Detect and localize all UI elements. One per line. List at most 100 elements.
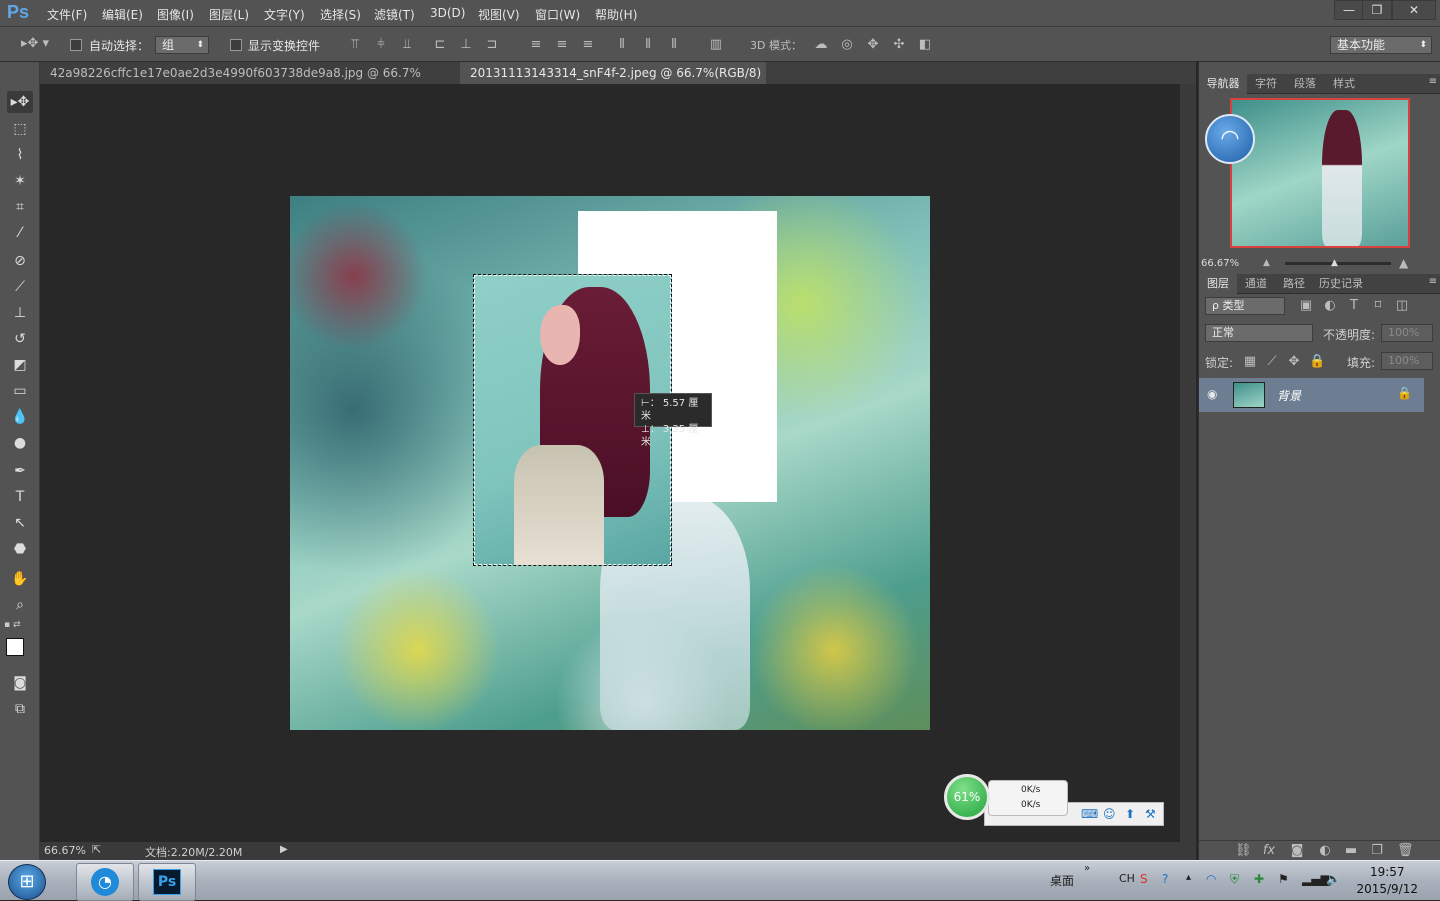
security-icon[interactable]: ✚ xyxy=(1254,872,1264,886)
filter-type-icon[interactable]: T xyxy=(1347,298,1361,313)
taskbar-photoshop[interactable]: Ps xyxy=(138,863,196,901)
tab-paragraph[interactable]: 段落 xyxy=(1285,74,1325,94)
new-group-icon[interactable]: ▬ xyxy=(1343,843,1359,858)
distribute-top-icon[interactable]: ≡ xyxy=(528,37,544,52)
ime-indicator[interactable]: CH xyxy=(1119,872,1135,885)
blend-mode-dropdown[interactable]: 正常 xyxy=(1205,324,1313,342)
eraser-tool-icon[interactable]: ◩ xyxy=(7,354,33,376)
document-canvas[interactable] xyxy=(290,196,930,730)
layer-filter-kind[interactable]: ρ 类型 xyxy=(1205,297,1285,315)
distribute-right-icon[interactable]: ⦀ xyxy=(666,37,682,52)
filter-shape-icon[interactable]: ⌑ xyxy=(1371,298,1385,313)
keyboard-icon[interactable]: ⌨ xyxy=(1081,807,1098,821)
screen-mode-icon[interactable]: ⧉ xyxy=(7,698,33,720)
minimize-button[interactable]: — xyxy=(1334,0,1364,20)
menu-help[interactable]: 帮助(H) xyxy=(595,6,637,23)
tab-navigator[interactable]: 导航器 xyxy=(1199,74,1247,94)
pan-3d-icon[interactable]: ✥ xyxy=(864,37,882,52)
vertical-scrollbar[interactable] xyxy=(1180,84,1196,842)
add-mask-icon[interactable]: ◙ xyxy=(1289,843,1305,858)
brush-tool-icon[interactable]: ⟋ xyxy=(7,276,33,298)
panel-menu-icon[interactable]: ≡ xyxy=(1429,76,1437,87)
tab-channels[interactable]: 通道 xyxy=(1237,274,1275,294)
history-brush-tool-icon[interactable]: ↺ xyxy=(7,328,33,350)
start-button[interactable]: ⊞ xyxy=(8,864,46,900)
menu-image[interactable]: 图像(I) xyxy=(157,6,194,23)
menu-select[interactable]: 选择(S) xyxy=(320,6,361,23)
filter-adjust-icon[interactable]: ◐ xyxy=(1323,298,1337,313)
roll-3d-icon[interactable]: ◎ xyxy=(838,37,856,52)
tab-document-2[interactable]: 20131113143314_snF4f-2.jpeg @ 66.7%(RGB/… xyxy=(460,62,766,102)
menu-3d[interactable]: 3D(D) xyxy=(430,6,465,20)
memory-usage-ball[interactable]: 61% xyxy=(944,774,990,820)
new-layer-icon[interactable]: ❐ xyxy=(1369,843,1385,858)
distribute-left-icon[interactable]: ⦀ xyxy=(614,37,630,52)
auto-align-icon[interactable]: ▥ xyxy=(708,37,724,52)
slide-3d-icon[interactable]: ✣ xyxy=(890,37,908,52)
distribute-bottom-icon[interactable]: ≡ xyxy=(580,37,596,52)
opacity-field[interactable]: 100% xyxy=(1381,324,1433,342)
align-vcenter-icon[interactable]: ⫩ xyxy=(373,37,389,52)
tab-paths[interactable]: 路径 xyxy=(1275,274,1313,294)
lock-all-icon[interactable]: 🔒 xyxy=(1309,354,1325,369)
eyedropper-tool-icon[interactable]: ⁄ xyxy=(7,222,33,244)
wifi-icon[interactable]: ◠ xyxy=(1205,114,1255,164)
auto-select-checkbox[interactable] xyxy=(70,39,82,51)
align-hcenter-icon[interactable]: ⊥ xyxy=(458,37,474,52)
wrench-icon[interactable]: ⚒ xyxy=(1145,807,1156,821)
hand-tool-icon[interactable]: ✋ xyxy=(7,568,33,590)
menu-layer[interactable]: 图层(L) xyxy=(209,6,249,23)
status-menu-arrow-icon[interactable]: ▶ xyxy=(280,844,288,855)
crop-tool-icon[interactable]: ⌗ xyxy=(7,196,33,218)
align-bottom-icon[interactable]: ⫫ xyxy=(399,37,415,52)
system-clock[interactable]: 19:57 2015/9/12 xyxy=(1356,864,1418,898)
navigator-preview[interactable] xyxy=(1230,98,1410,248)
filter-pixel-icon[interactable]: ▣ xyxy=(1299,298,1313,313)
fx-icon[interactable]: fx xyxy=(1261,843,1277,858)
toolbar-expand-icon[interactable]: » xyxy=(1084,863,1090,874)
navigator-zoom[interactable]: 66.67% xyxy=(1201,258,1239,269)
healing-brush-tool-icon[interactable]: ⊘ xyxy=(7,250,33,272)
desktop-toolbar-label[interactable]: 桌面 xyxy=(1050,872,1074,889)
auto-select-dropdown[interactable]: 组 ⬍ xyxy=(155,36,209,54)
fill-field[interactable]: 100% xyxy=(1381,352,1433,370)
lock-transparent-icon[interactable]: ▦ xyxy=(1243,354,1257,369)
wifi-tray-icon[interactable]: ◠ xyxy=(1206,872,1216,886)
shield-icon[interactable]: ⛨ xyxy=(1230,872,1239,887)
flag-icon[interactable]: ⚑ xyxy=(1278,872,1289,886)
blur-tool-icon[interactable]: 💧 xyxy=(7,406,33,428)
lock-pixels-icon[interactable]: ⟋ xyxy=(1265,354,1279,369)
menu-edit[interactable]: 编辑(E) xyxy=(102,6,143,23)
network-speed-widget[interactable]: ⌨ ☺ ⬆ ⚒ 0K/s 0K/s 61% xyxy=(944,774,1164,826)
menu-window[interactable]: 窗口(W) xyxy=(535,6,580,23)
workspace-dropdown[interactable]: 基本功能 ⬍ xyxy=(1330,36,1432,54)
path-select-tool-icon[interactable]: ↖ xyxy=(7,512,33,534)
restore-button[interactable]: ❐ xyxy=(1362,0,1392,20)
dodge-tool-icon[interactable]: ● xyxy=(7,432,33,454)
lasso-tool-icon[interactable]: ⌇ xyxy=(7,144,33,166)
tab-character[interactable]: 字符 xyxy=(1247,74,1285,94)
foreground-color-swatch[interactable] xyxy=(6,638,24,656)
delete-layer-icon[interactable]: 🗑 xyxy=(1397,843,1414,858)
clone-stamp-tool-icon[interactable]: ⊥ xyxy=(7,302,33,324)
tab-history[interactable]: 历史记录 xyxy=(1313,274,1369,294)
zoom-out-icon[interactable]: ▲ xyxy=(1263,258,1270,268)
export-icon[interactable]: ⇱ xyxy=(92,843,101,856)
taskbar-browser[interactable]: ◔ xyxy=(76,863,134,901)
pen-tool-icon[interactable]: ✒ xyxy=(7,460,33,482)
layer-name[interactable]: 背景 xyxy=(1277,387,1301,404)
shape-tool-icon[interactable]: ⬣ xyxy=(7,538,33,560)
eye-icon[interactable]: ◉ xyxy=(1207,387,1217,401)
distribute-vcenter-icon[interactable]: ≡ xyxy=(554,37,570,52)
align-top-icon[interactable]: ⫪ xyxy=(347,37,363,52)
scale-3d-icon[interactable]: ◧ xyxy=(916,37,934,52)
layer-row-background[interactable]: ◉ 背景 🔒 xyxy=(1199,378,1424,412)
tab-styles[interactable]: 样式 xyxy=(1325,74,1363,94)
quick-mask-icon[interactable]: ◙ xyxy=(7,672,33,694)
zoom-in-icon[interactable]: ▲ xyxy=(1399,256,1408,270)
move-tool-preset-icon[interactable]: ▸✥ ▾ xyxy=(20,36,50,51)
rotate-3d-icon[interactable]: ☁ xyxy=(812,37,830,52)
panel-menu-icon[interactable]: ≡ xyxy=(1429,276,1437,287)
tab-document-1[interactable]: 42a98226cffc1e17e0ae2d3e4990f603738de9a8… xyxy=(40,62,458,102)
menu-view[interactable]: 视图(V) xyxy=(478,6,520,23)
